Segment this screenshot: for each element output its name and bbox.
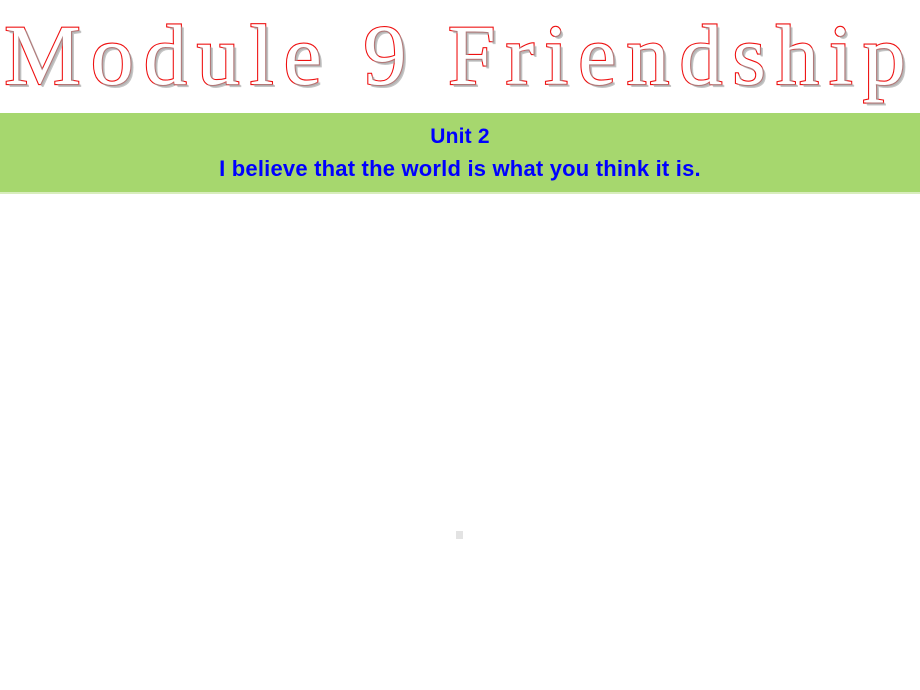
unit-banner: Unit 2 I believe that the world is what … — [0, 113, 920, 192]
slide-body — [0, 194, 920, 690]
page-title: Module 9 Friendship — [3, 6, 916, 104]
unit-label: Unit 2 — [430, 124, 490, 148]
slide-canvas: Module 9 Friendship Unit 2 I believe tha… — [0, 0, 920, 690]
unit-subtitle: I believe that the world is what you thi… — [219, 155, 701, 181]
slide-title-area: Module 9 Friendship — [0, 0, 920, 113]
stray-mark — [456, 531, 463, 539]
